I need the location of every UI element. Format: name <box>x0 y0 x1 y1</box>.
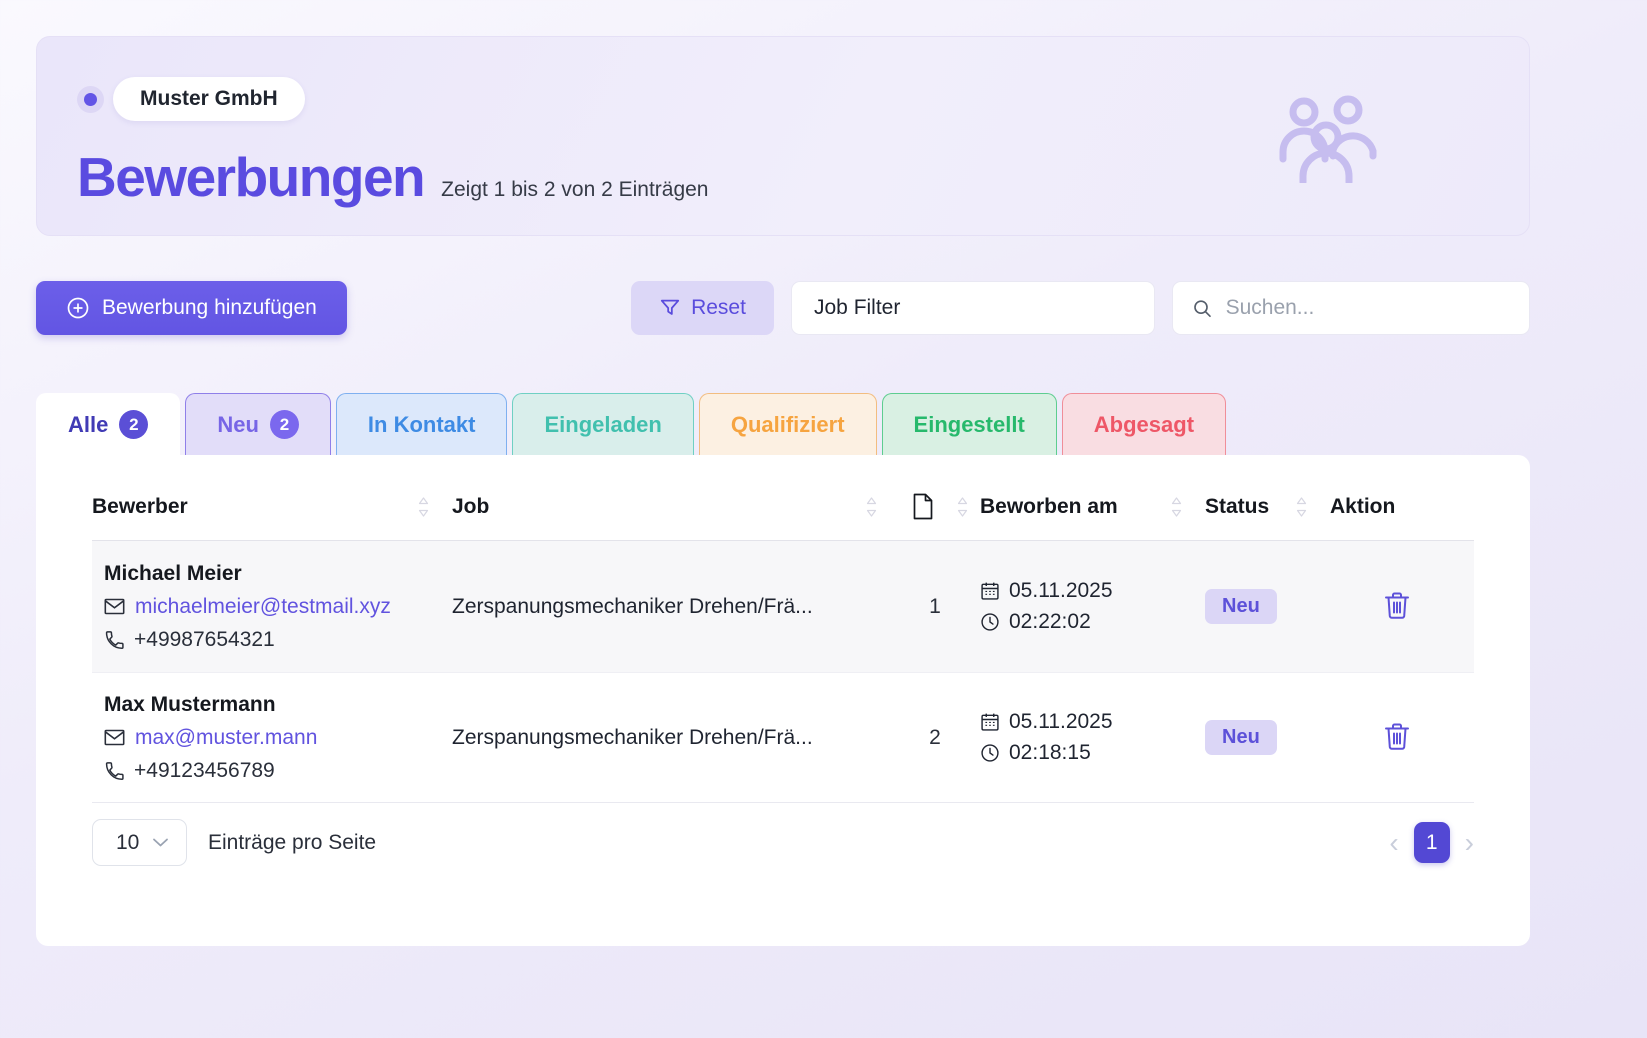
table-header-row: Bewerber Job Beworben am Status Aktion <box>92 493 1474 541</box>
add-application-button[interactable]: Bewerbung hinzufügen <box>36 281 347 335</box>
delete-application-button[interactable] <box>1380 718 1414 758</box>
phone-icon <box>104 761 124 781</box>
toolbar: Bewerbung hinzufügen Reset <box>36 281 1530 335</box>
next-page-button[interactable]: › <box>1465 829 1474 857</box>
applied-time: 02:22:02 <box>1009 610 1091 634</box>
column-header-beworben-am[interactable]: Beworben am <box>980 493 1205 520</box>
clock-icon <box>980 612 1000 632</box>
tab-in-kontakt[interactable]: In Kontakt <box>336 393 508 455</box>
search-input[interactable] <box>1226 296 1510 320</box>
table-row: Michael Meier michaelmeier@testmail.xyz … <box>92 541 1474 672</box>
applicant-phone: +49987654321 <box>134 628 275 652</box>
column-header-status[interactable]: Status <box>1205 493 1330 520</box>
documents-count: 1 <box>900 595 980 619</box>
sort-arrows-icon[interactable] <box>1295 495 1308 519</box>
sort-arrows-icon[interactable] <box>1170 495 1183 519</box>
applicant-name: Max Mustermann <box>104 693 442 717</box>
job-filter-value[interactable] <box>814 296 1132 320</box>
users-group-icon <box>1277 95 1377 183</box>
job-filter-select[interactable] <box>791 281 1155 335</box>
tab-alle-count-badge: 2 <box>119 410 148 439</box>
mail-icon <box>104 729 125 746</box>
tab-eingeladen[interactable]: Eingeladen <box>512 393 693 455</box>
calendar-icon <box>980 581 1000 601</box>
entries-summary: Zeigt 1 bis 2 von 2 Einträgen <box>441 178 708 202</box>
search-box[interactable] <box>1172 281 1530 335</box>
applicant-phone: +49123456789 <box>134 759 275 783</box>
sort-arrows-icon[interactable] <box>956 495 969 519</box>
phone-icon <box>104 630 124 650</box>
applicant-email-link[interactable]: michaelmeier@testmail.xyz <box>135 595 391 619</box>
mail-icon <box>104 598 125 615</box>
column-header-aktion: Aktion <box>1330 493 1474 520</box>
documents-count: 2 <box>900 726 980 750</box>
tab-eingestellt[interactable]: Eingestellt <box>882 393 1057 455</box>
applicant-name: Michael Meier <box>104 562 442 586</box>
table-row: Max Mustermann max@muster.mann +49123456… <box>92 672 1474 803</box>
column-header-documents[interactable] <box>900 493 980 520</box>
status-badge: Neu <box>1205 589 1277 624</box>
column-header-bewerber[interactable]: Bewerber <box>92 493 452 520</box>
trash-icon <box>1384 722 1410 751</box>
status-tabs: Alle 2 Neu 2 In Kontakt Eingeladen Quali… <box>36 393 1530 455</box>
search-icon <box>1192 297 1213 320</box>
trash-icon <box>1384 591 1410 620</box>
chevron-down-icon <box>152 837 169 848</box>
job-title: Zerspanungsmechaniker Drehen/Frä... <box>452 595 900 619</box>
tab-neu-count-badge: 2 <box>270 410 299 439</box>
delete-application-button[interactable] <box>1380 587 1414 627</box>
page-title: Bewerbungen <box>77 145 424 209</box>
applied-date: 05.11.2025 <box>1009 579 1113 603</box>
calendar-icon <box>980 712 1000 732</box>
plus-circle-icon <box>66 296 90 320</box>
per-page-label: Einträge pro Seite <box>208 831 376 855</box>
reset-filters-button[interactable]: Reset <box>631 281 774 335</box>
filter-icon <box>659 297 681 319</box>
applied-date: 05.11.2025 <box>1009 710 1113 734</box>
document-icon <box>912 493 934 520</box>
tab-neu[interactable]: Neu 2 <box>185 393 331 455</box>
prev-page-button[interactable]: ‹ <box>1389 829 1398 857</box>
job-title: Zerspanungsmechaniker Drehen/Frä... <box>452 726 900 750</box>
pagination-bar: 10 Einträge pro Seite ‹ 1 › <box>92 819 1474 866</box>
applications-table-card: Bewerber Job Beworben am Status Aktion <box>36 455 1530 946</box>
sort-arrows-icon[interactable] <box>865 495 878 519</box>
column-header-job[interactable]: Job <box>452 493 900 520</box>
applied-time: 02:18:15 <box>1009 741 1091 765</box>
current-page-button[interactable]: 1 <box>1414 822 1450 863</box>
page-header-card: Muster GmbH Bewerbungen Zeigt 1 bis 2 vo… <box>36 36 1530 236</box>
tab-abgesagt[interactable]: Abgesagt <box>1062 393 1226 455</box>
applicant-email-link[interactable]: max@muster.mann <box>135 726 317 750</box>
company-badge: Muster GmbH <box>113 77 305 121</box>
tab-alle[interactable]: Alle 2 <box>36 393 180 455</box>
sort-arrows-icon[interactable] <box>417 495 430 519</box>
company-status-dot <box>77 86 104 113</box>
status-badge: Neu <box>1205 720 1277 755</box>
tab-qualifiziert[interactable]: Qualifiziert <box>699 393 877 455</box>
clock-icon <box>980 743 1000 763</box>
per-page-select[interactable]: 10 <box>92 819 187 866</box>
